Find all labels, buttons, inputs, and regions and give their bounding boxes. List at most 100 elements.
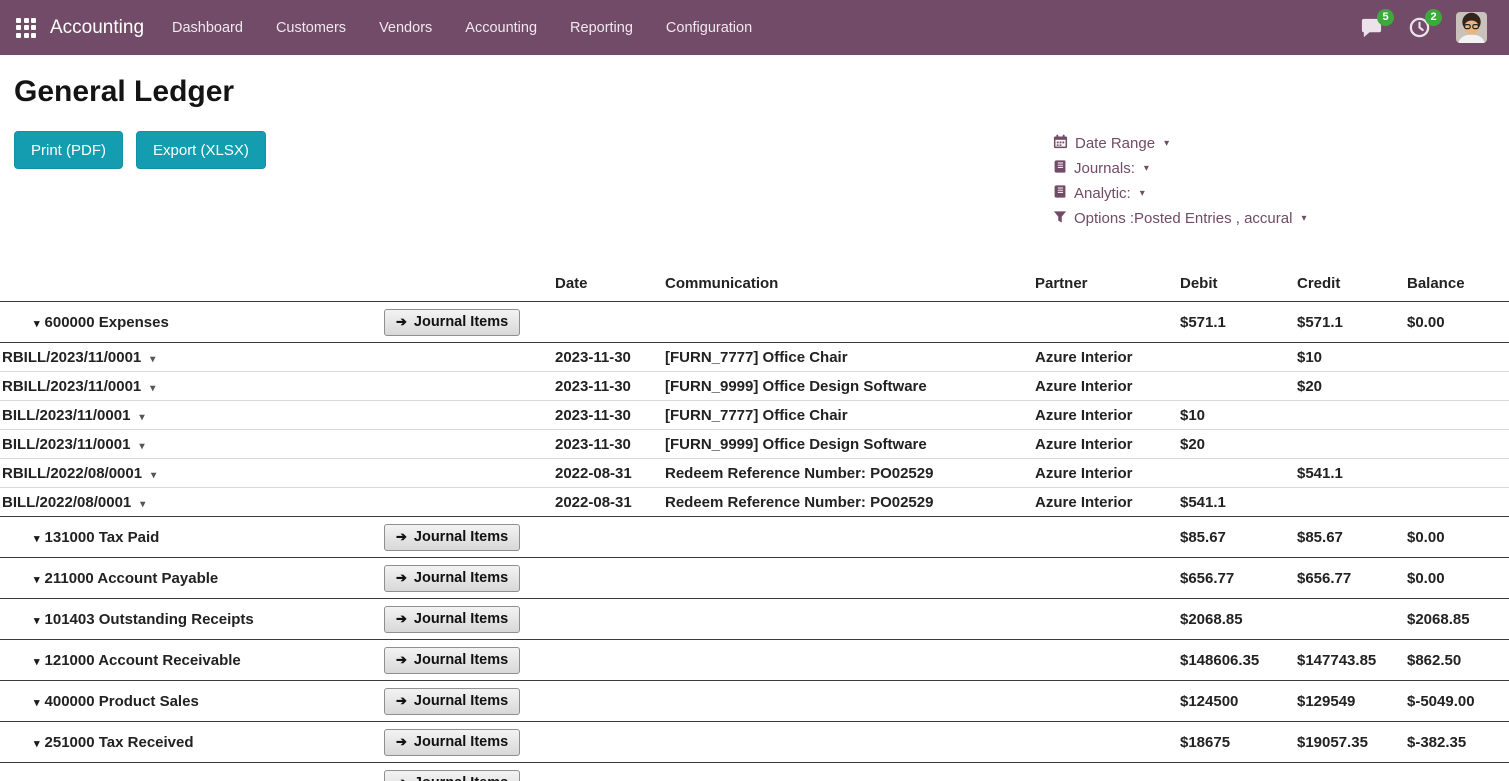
- account-name[interactable]: ▾251000 Tax Received: [0, 734, 384, 751]
- topbar: Accounting Dashboard Customers Vendors A…: [0, 0, 1509, 55]
- account-name[interactable]: ▾121000 Account Receivable: [0, 652, 384, 669]
- caret-down-icon: ▾: [34, 656, 40, 668]
- partner-cell: Azure Interior: [1035, 407, 1180, 424]
- move-name: RBILL/2023/11/0001▾: [0, 349, 384, 366]
- menu-reporting[interactable]: Reporting: [570, 20, 633, 36]
- filter-label: Analytic:: [1074, 185, 1131, 202]
- arrow-right-icon: ➔: [396, 570, 407, 586]
- partner-cell: Azure Interior: [1035, 349, 1180, 366]
- balance-amount: $0.00: [1407, 314, 1509, 331]
- debit-amount: $656.77: [1180, 570, 1297, 587]
- journal-items-button[interactable]: ➔Journal Items: [384, 647, 520, 674]
- debit-amount: $541.1: [1180, 494, 1297, 511]
- account-name[interactable]: ▾600000 Expenses: [0, 314, 384, 331]
- messages-badge: 5: [1377, 9, 1394, 26]
- debit-amount: $571.1: [1180, 314, 1297, 331]
- caret-down-icon: ▾: [1164, 139, 1169, 149]
- journal-line-row: BILL/2023/11/0001▾2023-11-30[FURN_7777] …: [0, 401, 1509, 430]
- credit-amount: $656.77: [1297, 570, 1407, 587]
- date-cell: 2022-08-31: [555, 465, 665, 482]
- filter-date-range[interactable]: Date Range ▾: [1053, 131, 1306, 156]
- filter-options[interactable]: Options :Posted Entries , accural ▾: [1053, 206, 1306, 231]
- report-filters: Date Range ▾ Journals: ▾ Analytic: ▾ Opt…: [1053, 131, 1306, 231]
- journal-items-button[interactable]: ➔Journal Items: [384, 309, 520, 336]
- messages-button[interactable]: 5: [1360, 16, 1384, 40]
- journal-items-button[interactable]: ➔Journal Items: [384, 770, 520, 781]
- filter-journals[interactable]: Journals: ▾: [1053, 156, 1306, 181]
- export-xlsx-button[interactable]: Export (XLSX): [136, 131, 266, 169]
- journal-items-button[interactable]: ➔Journal Items: [384, 606, 520, 633]
- apps-grid-icon[interactable]: [16, 18, 36, 38]
- account-name[interactable]: ▾131000 Tax Paid: [0, 529, 384, 546]
- caret-down-icon[interactable]: ▾: [150, 354, 155, 365]
- journal-items-cell: ➔Journal Items: [384, 309, 555, 336]
- account-name[interactable]: ▾: [0, 775, 384, 781]
- debit-amount: $2068.85: [1180, 611, 1297, 628]
- menu-vendors[interactable]: Vendors: [379, 20, 432, 36]
- journal-items-cell: ➔Journal Items: [384, 729, 555, 756]
- credit-amount: $20: [1297, 378, 1407, 395]
- journal-items-button[interactable]: ➔Journal Items: [384, 565, 520, 592]
- balance-amount: $0.00: [1407, 570, 1509, 587]
- debit-amount: $10: [1180, 407, 1297, 424]
- journal-items-cell: ➔Journal Items: [384, 770, 555, 781]
- filter-analytic[interactable]: Analytic: ▾: [1053, 181, 1306, 206]
- account-name[interactable]: ▾211000 Account Payable: [0, 570, 384, 587]
- journal-items-cell: ➔Journal Items: [384, 606, 555, 633]
- app-name[interactable]: Accounting: [50, 17, 144, 39]
- journal-items-button[interactable]: ➔Journal Items: [384, 729, 520, 756]
- account-name[interactable]: ▾400000 Product Sales: [0, 693, 384, 710]
- filter-icon: [1053, 210, 1067, 228]
- caret-down-icon: ▾: [34, 318, 40, 330]
- caret-down-icon: ▾: [34, 533, 40, 545]
- caret-down-icon[interactable]: ▾: [140, 499, 145, 510]
- credit-amount: $85.67: [1297, 529, 1407, 546]
- credit-amount: $147743.85: [1297, 652, 1407, 669]
- main-menu: Dashboard Customers Vendors Accounting R…: [172, 20, 752, 36]
- debit-amount: $20: [1180, 436, 1297, 453]
- journal-items-button[interactable]: ➔Journal Items: [384, 524, 520, 551]
- caret-down-icon[interactable]: ▾: [139, 412, 144, 423]
- menu-accounting[interactable]: Accounting: [465, 20, 537, 36]
- menu-customers[interactable]: Customers: [276, 20, 346, 36]
- filter-label: Options :Posted Entries , accural: [1074, 210, 1292, 227]
- credit-amount: $19057.35: [1297, 734, 1407, 751]
- debit-amount: $124500: [1180, 693, 1297, 710]
- menu-dashboard[interactable]: Dashboard: [172, 20, 243, 36]
- arrow-right-icon: ➔: [396, 652, 407, 668]
- caret-down-icon: ▾: [34, 615, 40, 627]
- caret-down-icon: ▾: [1140, 189, 1145, 199]
- journal-line-row: RBILL/2023/11/0001▾2023-11-30[FURN_7777]…: [0, 343, 1509, 372]
- table-header-row: Date Communication Partner Debit Credit …: [0, 265, 1509, 302]
- move-name: BILL/2023/11/0001▾: [0, 436, 384, 453]
- activities-button[interactable]: 2: [1408, 16, 1432, 40]
- move-name: RBILL/2023/11/0001▾: [0, 378, 384, 395]
- balance-amount: $2068.85: [1407, 611, 1509, 628]
- communication-cell: Redeem Reference Number: PO02529: [665, 494, 1035, 511]
- caret-down-icon: ▾: [34, 574, 40, 586]
- calendar-icon: [1053, 134, 1068, 153]
- col-header-balance: Balance: [1407, 275, 1509, 292]
- communication-cell: [FURN_7777] Office Chair: [665, 407, 1035, 424]
- caret-down-icon[interactable]: ▾: [151, 470, 156, 481]
- caret-down-icon[interactable]: ▾: [139, 441, 144, 452]
- partner-cell: Azure Interior: [1035, 378, 1180, 395]
- credit-amount: $571.1: [1297, 314, 1407, 331]
- arrow-right-icon: ➔: [396, 734, 407, 750]
- account-name[interactable]: ▾101403 Outstanding Receipts: [0, 611, 384, 628]
- journal-items-button[interactable]: ➔Journal Items: [384, 688, 520, 715]
- arrow-right-icon: ➔: [396, 775, 407, 781]
- general-ledger-page: General Ledger Print (PDF) Export (XLSX)…: [0, 71, 1509, 781]
- caret-down-icon[interactable]: ▾: [150, 383, 155, 394]
- arrow-right-icon: ➔: [396, 529, 407, 545]
- user-avatar[interactable]: [1456, 12, 1487, 43]
- caret-down-icon: ▾: [34, 738, 40, 750]
- col-header-credit: Credit: [1297, 275, 1407, 292]
- account-row: ▾211000 Account Payable➔Journal Items $65…: [0, 557, 1509, 599]
- menu-configuration[interactable]: Configuration: [666, 20, 752, 36]
- filter-label: Date Range: [1075, 135, 1155, 152]
- date-cell: 2023-11-30: [555, 349, 665, 366]
- caret-down-icon: ▾: [1301, 214, 1306, 224]
- print-pdf-button[interactable]: Print (PDF): [14, 131, 123, 169]
- account-row: ▾251000 Tax Received➔Journal Items$18675…: [0, 721, 1509, 763]
